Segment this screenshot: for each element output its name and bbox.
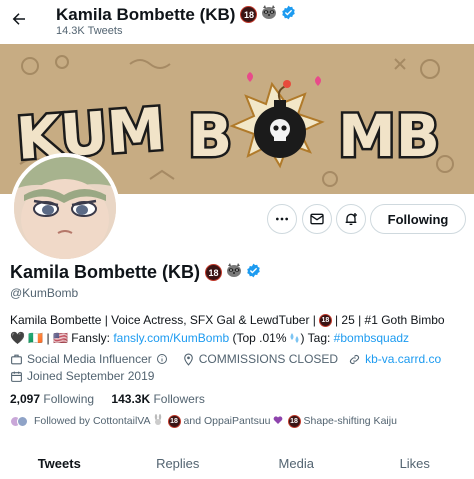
raccoon-icon [260, 4, 278, 25]
bio-text-b: | 25 | #1 Goth Bimbo [334, 313, 445, 327]
followers-label: Followers [153, 392, 205, 406]
website-item[interactable]: kb-va.carrd.co [348, 352, 441, 366]
location-item: COMMISSIONS CLOSED [182, 352, 338, 366]
profile-name: Kamila Bombette (KB) [10, 262, 201, 282]
tag-label: ) Tag: [300, 331, 331, 345]
bio-top-rank: (Top .01% [232, 331, 287, 345]
followers-count: 143.3K [111, 392, 151, 406]
age-18-badge-icon: 18 [318, 313, 332, 327]
website-link[interactable]: kb-va.carrd.co [365, 352, 441, 366]
message-button[interactable] [302, 204, 332, 234]
profile-meta-row-1: Social Media Influencer COMMISSIONS CLOS… [10, 352, 451, 366]
following-button[interactable]: Following [370, 204, 466, 234]
age-18-badge-icon: 18 [287, 414, 301, 428]
follower-avatar [17, 415, 28, 427]
age-18-badge-icon: 18 [167, 414, 181, 428]
link-icon [350, 354, 360, 364]
calendar-icon [11, 371, 22, 382]
briefcase-icon [11, 354, 22, 364]
notifications-button[interactable] [336, 204, 366, 234]
category-text: Social Media Influencer [27, 352, 152, 366]
svg-text:B: B [188, 102, 232, 170]
bio-text-a: Kamila Bombette | Voice Actress, SFX Gal… [10, 313, 316, 327]
hashtag-link[interactable]: #bombsquadz [334, 331, 409, 345]
following-stat[interactable]: 2,097 Following [10, 392, 94, 406]
back-arrow-icon[interactable] [8, 8, 30, 30]
follower-avatars [10, 415, 28, 427]
fansly-label: Fansly: [71, 331, 110, 345]
location-text: COMMISSIONS CLOSED [198, 352, 339, 366]
tweet-count: 14.3K Tweets [56, 25, 123, 37]
bio-flags: 🖤 🇮🇪 | 🇺🇸 [10, 331, 68, 345]
profile-handle: @KumBomb [10, 286, 79, 300]
age-18-badge-icon: 18 [205, 264, 223, 281]
followers-stat[interactable]: 143.3K Followers [111, 392, 204, 406]
profile-avatar[interactable] [10, 153, 120, 263]
more-options-button[interactable] [267, 204, 297, 234]
tab-tweets[interactable]: Tweets [0, 450, 119, 479]
followed-by-suffix: Shape-shifting Kaiju [303, 415, 397, 427]
top-bar: Kamila Bombette (KB) 18 14.3K Tweets [0, 0, 474, 44]
tab-likes[interactable]: Likes [356, 450, 474, 479]
fansly-link[interactable]: fansly.com/KumBomb [113, 331, 229, 345]
profile-tabs: Tweets Replies Media Likes [0, 450, 474, 479]
header-name-row: Kamila Bombette (KB) 18 [56, 4, 296, 25]
location-pin-icon [183, 353, 193, 366]
followed-by-prefix: Followed by CottontailVA [34, 415, 151, 427]
followed-by-middle: and OppaiPantsuu [183, 415, 271, 427]
bio-line-1: Kamila Bombette | Voice Actress, SFX Gal… [10, 313, 445, 327]
droplets-icon [288, 332, 300, 344]
following-count: 2,097 [10, 392, 41, 406]
category-item: Social Media Influencer [10, 352, 172, 366]
followed-by-row[interactable]: Followed by CottontailVA 18 and OppaiPan… [10, 414, 397, 428]
age-18-badge-icon: 18 [240, 6, 258, 23]
purple-heart-icon [273, 415, 283, 428]
header-name: Kamila Bombette (KB) [56, 4, 236, 24]
bunny-icon [153, 414, 163, 428]
follow-stats: 2,097 Following 143.3K Followers [10, 392, 219, 406]
ellipsis-icon [276, 217, 288, 221]
tab-replies[interactable]: Replies [119, 450, 238, 479]
joined-item: Joined September 2019 [10, 369, 154, 383]
bell-plus-icon [345, 213, 357, 225]
raccoon-icon [225, 262, 243, 283]
tab-media[interactable]: Media [237, 450, 356, 479]
envelope-icon [310, 213, 324, 225]
verified-badge-icon [281, 5, 296, 25]
joined-text: Joined September 2019 [27, 369, 155, 383]
following-label: Following [43, 392, 95, 406]
verified-badge-icon [246, 262, 261, 283]
profile-meta-row-2: Joined September 2019 [10, 369, 164, 383]
profile-name-row: Kamila Bombette (KB) 18 [10, 262, 261, 283]
avatar-art [14, 157, 116, 259]
svg-text:MB: MB [338, 102, 440, 170]
info-icon[interactable] [156, 353, 168, 365]
bio-line-2: 🖤 🇮🇪 | 🇺🇸 Fansly: fansly.com/KumBomb (To… [10, 331, 409, 345]
